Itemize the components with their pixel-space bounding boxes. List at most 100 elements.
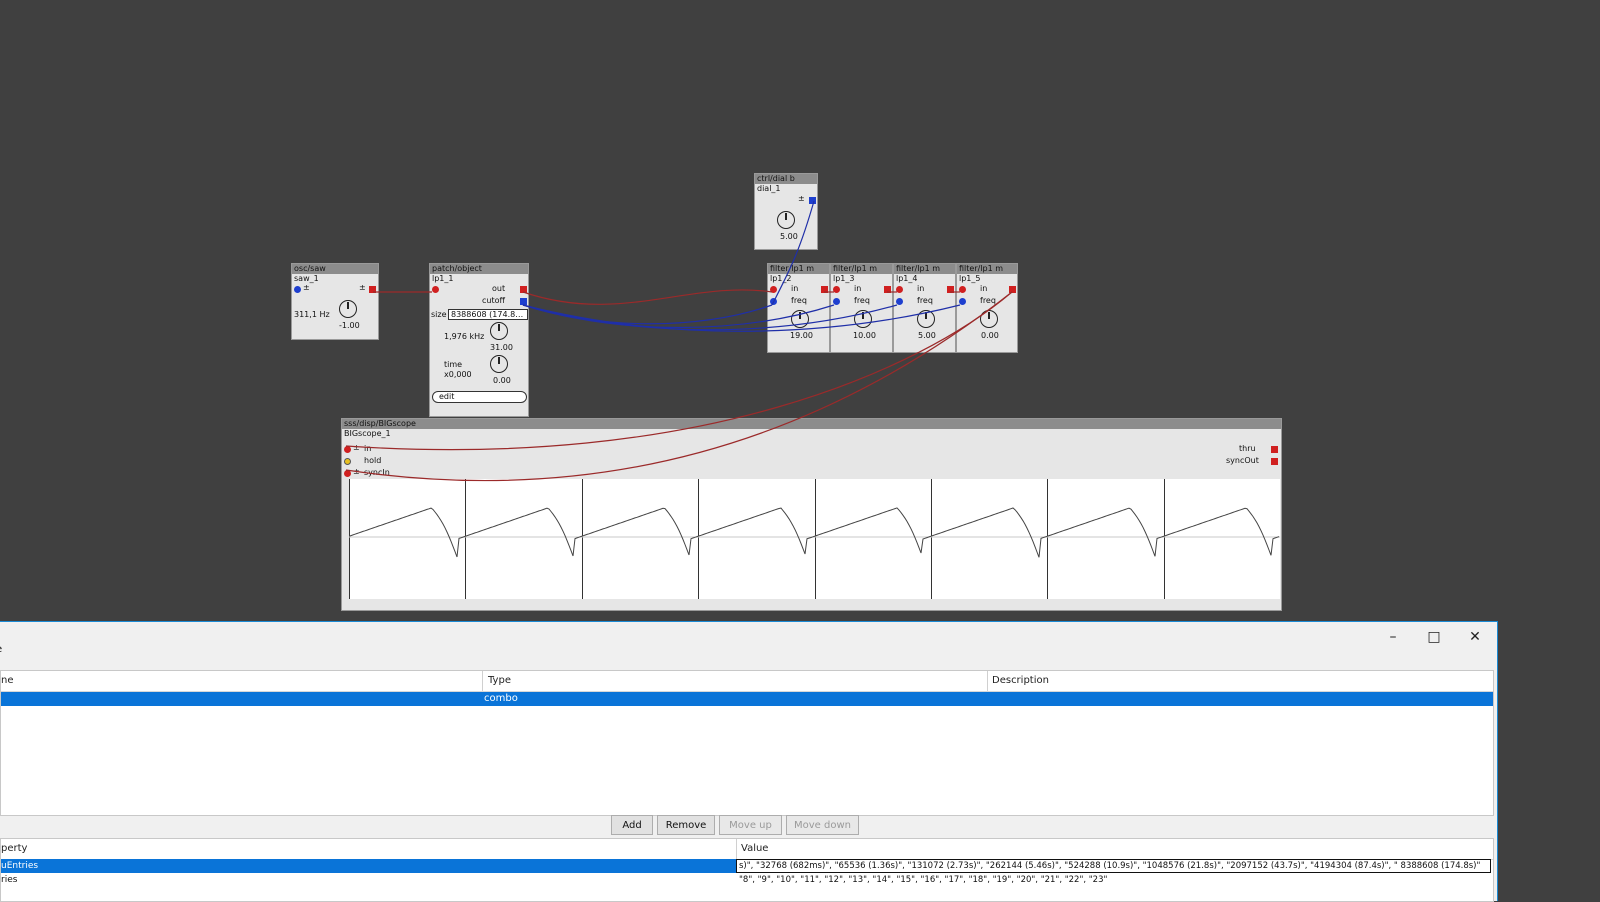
object-saw-type[interactable]: osc/saw — [292, 264, 378, 274]
object-filter[interactable]: filter/lp1 m lp1_2 in freq 19.00 — [767, 263, 830, 353]
scope-in-label: in — [364, 444, 372, 453]
object-dial[interactable]: ctrl/dial b dial_1 ± 5.00 — [754, 173, 818, 250]
property-row[interactable]: uEntries s)", "32768 (682ms)", "65536 (1… — [1, 859, 1493, 873]
scope-hold-label: hold — [364, 456, 382, 465]
saw-wave-outlet[interactable] — [369, 286, 376, 293]
scope-hold-inlet[interactable] — [344, 458, 351, 465]
filter-out-outlet[interactable] — [884, 286, 891, 293]
object-dial-type[interactable]: ctrl/dial b — [755, 174, 817, 184]
lp1-1-cutoff-knob[interactable] — [490, 322, 508, 340]
filter-freq-inlet[interactable] — [959, 298, 966, 305]
lp1-1-knob2-value: 0.00 — [493, 376, 511, 385]
plusminus-icon: ± — [353, 443, 360, 452]
saw-pitch-knob[interactable] — [339, 300, 357, 318]
lp1-1-knob1-value: 31.00 — [490, 343, 513, 352]
scope-syncin-inlet[interactable] — [344, 470, 351, 477]
object-saw[interactable]: osc/saw saw_1 ± ± 311,1 Hz -1.00 — [291, 263, 379, 340]
scope-syncout-outlet[interactable] — [1271, 458, 1278, 465]
property-value: s)", "32768 (682ms)", "65536 (1.36s)", "… — [739, 861, 1481, 871]
column-header-value[interactable]: Value — [741, 843, 768, 854]
filter-out-outlet[interactable] — [1009, 286, 1016, 293]
bigscope-name[interactable]: BIGscope_1 — [342, 429, 1281, 439]
dial-outlet[interactable] — [809, 197, 816, 204]
object-filter[interactable]: filter/lp1 m lp1_3 in freq 10.00 — [830, 263, 893, 353]
object-lp1-1-type[interactable]: patch/object — [430, 264, 528, 274]
close-button[interactable]: ✕ — [1460, 629, 1490, 645]
filter-freq-label: freq — [854, 296, 870, 305]
filter-name[interactable]: lp1_3 — [831, 274, 892, 284]
lp1-1-time-value: x0,000 — [444, 370, 472, 379]
object-filter[interactable]: filter/lp1 m lp1_4 in freq 5.00 — [893, 263, 956, 353]
filter-in-inlet[interactable] — [959, 286, 966, 293]
object-dial-name[interactable]: dial_1 — [755, 184, 817, 194]
filter-in-inlet[interactable] — [770, 286, 777, 293]
dial-knob[interactable] — [777, 211, 795, 229]
dialog-title-fragment: e — [0, 644, 2, 655]
filter-name[interactable]: lp1_2 — [768, 274, 829, 284]
object-lp1-1[interactable]: patch/object lp1_1 out cutoff size 83886… — [429, 263, 529, 417]
saw-knob-value: -1.00 — [339, 321, 360, 330]
filter-freq-knob[interactable] — [854, 310, 872, 328]
filter-value: 10.00 — [853, 331, 876, 340]
column-header-description[interactable]: Description — [992, 675, 1049, 686]
entries-table-header: ne Type Description — [1, 671, 1493, 692]
lp1-1-time-knob[interactable] — [490, 355, 508, 373]
filter-in-inlet[interactable] — [896, 286, 903, 293]
properties-table-header: perty Value — [1, 839, 1493, 860]
property-value-field[interactable]: s)", "32768 (682ms)", "65536 (1.36s)", "… — [736, 859, 1491, 873]
filter-name[interactable]: lp1_5 — [957, 274, 1017, 284]
add-button[interactable]: Add — [611, 815, 653, 835]
move-up-button[interactable]: Move up — [719, 815, 782, 835]
scope-in-inlet[interactable] — [344, 446, 351, 453]
column-header-name[interactable]: ne — [1, 675, 14, 686]
lp1-1-edit-button[interactable]: edit — [432, 391, 527, 403]
remove-button[interactable]: Remove — [657, 815, 715, 835]
lp1-1-hz-readout: 1,976 kHz — [444, 332, 485, 341]
bigscope-type[interactable]: sss/disp/BIGscope — [342, 419, 1281, 429]
lp1-1-size-combo[interactable]: 8388608 (174.8… — [448, 309, 528, 320]
saw-pitch-inlet[interactable] — [294, 286, 301, 293]
lp1-1-cutoff-outlet[interactable] — [520, 298, 527, 305]
object-bigscope[interactable]: sss/disp/BIGscope BIGscope_1 ± in hold ±… — [341, 418, 1282, 611]
object-filter[interactable]: filter/lp1 m lp1_5 in freq 0.00 — [956, 263, 1018, 353]
filter-in-label: in — [791, 284, 799, 293]
maximize-button[interactable]: □ — [1419, 629, 1449, 645]
dial-value: 5.00 — [780, 232, 798, 241]
filter-out-outlet[interactable] — [821, 286, 828, 293]
lp1-1-out-outlet[interactable] — [520, 286, 527, 293]
entries-table[interactable]: ne Type Description combo — [0, 670, 1494, 816]
filter-type[interactable]: filter/lp1 m — [957, 264, 1017, 274]
column-header-property[interactable]: perty — [1, 843, 27, 854]
filter-name[interactable]: lp1_4 — [894, 274, 955, 284]
property-row[interactable]: ries "8", "9", "10", "11", "12", "13", "… — [1, 873, 1493, 887]
column-divider[interactable] — [736, 839, 737, 859]
filter-freq-inlet[interactable] — [833, 298, 840, 305]
filter-freq-inlet[interactable] — [896, 298, 903, 305]
scope-thru-outlet[interactable] — [1271, 446, 1278, 453]
column-header-type[interactable]: Type — [488, 675, 511, 686]
column-divider[interactable] — [987, 671, 988, 691]
property-name: ries — [1, 875, 18, 885]
filter-freq-label: freq — [791, 296, 807, 305]
filter-freq-inlet[interactable] — [770, 298, 777, 305]
lp1-1-inlet[interactable] — [432, 286, 439, 293]
filter-freq-knob[interactable] — [791, 310, 809, 328]
filter-in-label: in — [854, 284, 862, 293]
filter-type[interactable]: filter/lp1 m — [831, 264, 892, 274]
table-row[interactable]: combo — [1, 692, 1493, 706]
object-lp1-1-name[interactable]: lp1_1 — [430, 274, 528, 284]
properties-table[interactable]: perty Value uEntries s)", "32768 (682ms)… — [0, 838, 1494, 902]
filter-value: 0.00 — [981, 331, 999, 340]
lp1-1-size-value: 8388608 (174.8… — [451, 310, 524, 319]
lp1-1-size-label: size — [431, 310, 447, 319]
filter-freq-knob[interactable] — [917, 310, 935, 328]
filter-out-outlet[interactable] — [947, 286, 954, 293]
lp1-1-cutoff-label: cutoff — [482, 296, 506, 305]
filter-in-inlet[interactable] — [833, 286, 840, 293]
filter-type[interactable]: filter/lp1 m — [768, 264, 829, 274]
move-down-button[interactable]: Move down — [786, 815, 859, 835]
filter-type[interactable]: filter/lp1 m — [894, 264, 955, 274]
filter-freq-knob[interactable] — [980, 310, 998, 328]
minimize-button[interactable]: – — [1378, 629, 1408, 645]
column-divider[interactable] — [482, 671, 483, 691]
